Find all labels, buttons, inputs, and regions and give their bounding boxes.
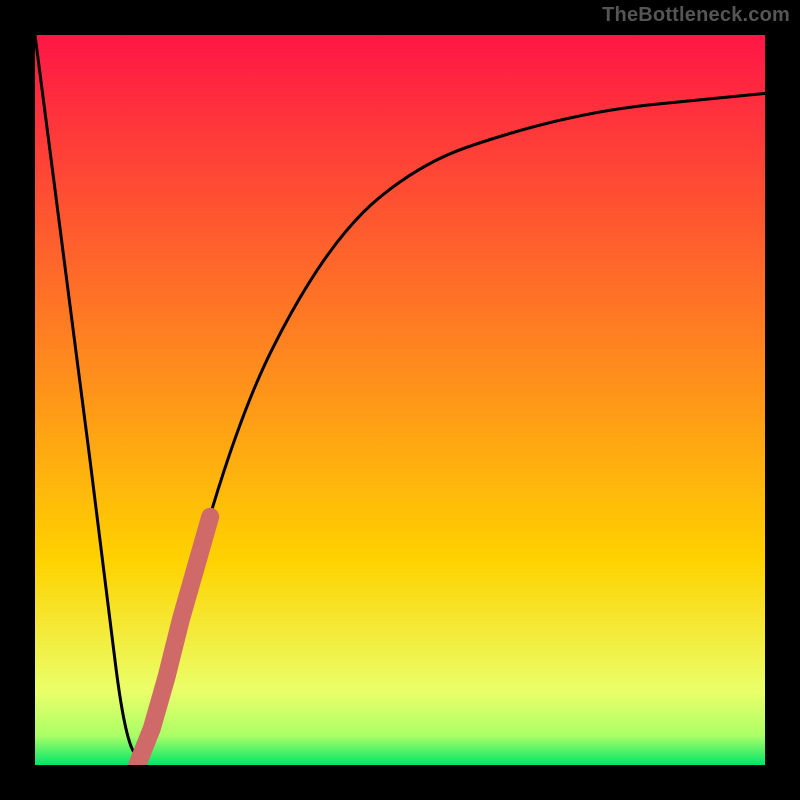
watermark-text: TheBottleneck.com [602,4,790,27]
gradient-background [35,35,765,765]
chart-frame: TheBottleneck.com [0,0,800,800]
chart-plot-area [35,35,765,765]
chart-svg [35,35,765,765]
